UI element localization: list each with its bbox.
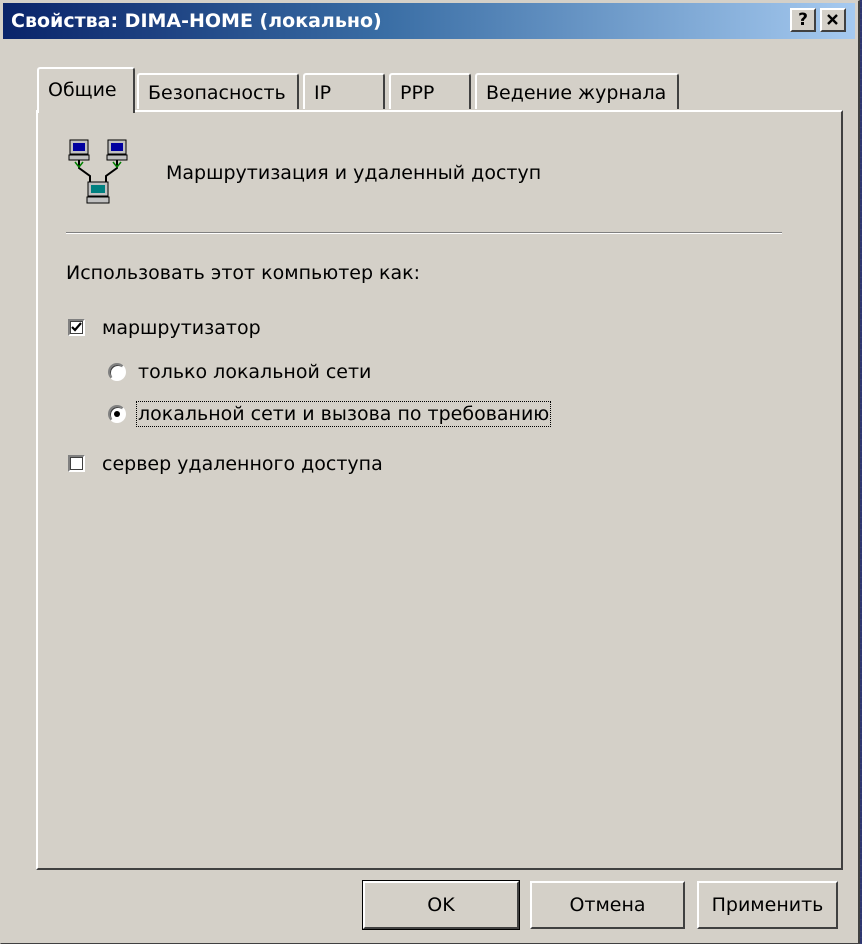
tab-security[interactable]: Безопасность bbox=[137, 73, 299, 109]
use-as-label: Использовать этот компьютер как: bbox=[66, 262, 421, 284]
close-button[interactable] bbox=[820, 8, 846, 32]
ras-server-label[interactable]: сервер удаленного доступа bbox=[102, 453, 383, 475]
properties-dialog: Свойства: DIMA-HOME (локально) ? Общие Б… bbox=[0, 0, 860, 944]
network-computers-icon bbox=[68, 139, 128, 204]
separator bbox=[66, 232, 782, 234]
router-checkbox[interactable] bbox=[68, 319, 85, 336]
dialog-title: Свойства: DIMA-HOME (локально) bbox=[11, 10, 382, 32]
lan-and-dial-radio[interactable] bbox=[108, 405, 126, 423]
tab-ppp[interactable]: PPP bbox=[389, 73, 471, 109]
apply-button[interactable]: Применить bbox=[697, 881, 838, 929]
radio-selected-dot bbox=[114, 411, 120, 417]
lan-and-dial-label[interactable]: локальной сети и вызова по требованию bbox=[135, 401, 552, 427]
tab-general[interactable]: Общие bbox=[37, 67, 135, 113]
lan-only-label[interactable]: только локальной сети bbox=[138, 361, 371, 383]
ok-button[interactable]: OK bbox=[362, 880, 520, 930]
router-label[interactable]: маршрутизатор bbox=[102, 317, 261, 339]
close-icon bbox=[827, 14, 838, 25]
checkmark-icon bbox=[71, 322, 82, 332]
tab-panel-general: Маршрутизация и удаленный доступ Использ… bbox=[36, 110, 843, 870]
tab-ip[interactable]: IP bbox=[303, 73, 385, 109]
help-button[interactable]: ? bbox=[790, 8, 816, 32]
service-name: Маршрутизация и удаленный доступ bbox=[166, 162, 542, 184]
cancel-button[interactable]: Отмена bbox=[530, 881, 685, 929]
tab-logging[interactable]: Ведение журнала bbox=[475, 73, 679, 109]
ras-server-checkbox[interactable] bbox=[68, 455, 85, 472]
lan-only-radio[interactable] bbox=[108, 363, 126, 381]
title-bar[interactable]: Свойства: DIMA-HOME (локально) ? bbox=[3, 3, 855, 39]
